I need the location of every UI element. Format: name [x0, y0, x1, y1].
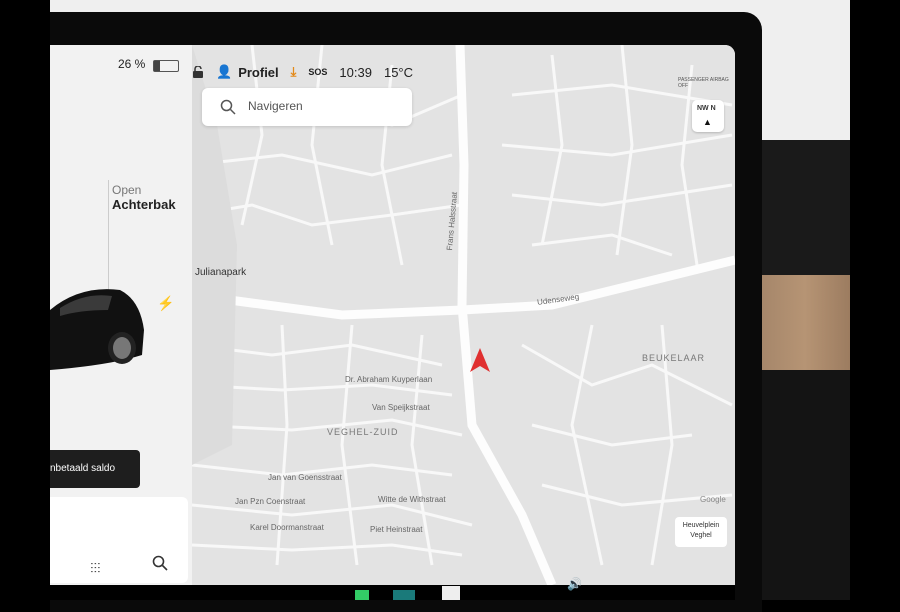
- google-attribution: Google: [700, 495, 726, 504]
- map-label-beukelaar: BEUKELAAR: [642, 353, 706, 363]
- search-icon: [220, 99, 236, 115]
- profile-button[interactable]: 👤 Profiel: [216, 64, 279, 80]
- map-label-veghel-zuid: VEGHEL-ZUID: [327, 427, 399, 437]
- outside-temperature: 15°C: [383, 64, 414, 80]
- car-image[interactable]: [50, 270, 145, 380]
- charging-bolt-icon[interactable]: ⚡: [157, 295, 174, 312]
- map-label-goensstraat: Jan van Goensstraat: [268, 473, 342, 482]
- heading-arrow-icon: ▲: [703, 117, 712, 127]
- map-label-heinstraat: Piet Heinstraat: [370, 525, 423, 534]
- download-icon[interactable]: ⤓: [291, 64, 297, 80]
- map-label-withstraat: Witte de Withstraat: [378, 495, 446, 504]
- equalizer-icon[interactable]: ⫶⫶⫶: [90, 560, 101, 577]
- app-icon[interactable]: [393, 590, 415, 600]
- battery-icon: [153, 60, 179, 72]
- sos-button[interactable]: SOS: [308, 67, 327, 77]
- trunk-button[interactable]: Achterbak: [112, 197, 176, 212]
- map-label-speijkstraat: Van Speijkstraat: [372, 403, 430, 412]
- dashboard-wood-trim: [760, 275, 850, 370]
- vehicle-panel: 26 % Open Achterbak ⚡ nbetaald saldo ⫶⫶⫶: [50, 45, 192, 585]
- unpaid-balance-button[interactable]: nbetaald saldo: [50, 450, 140, 488]
- app-icon[interactable]: [442, 586, 460, 600]
- map-label-doormanstraat: Karel Doormanstraat: [250, 523, 324, 532]
- map-label-julianapark: Julianapark: [195, 267, 247, 278]
- app-icon[interactable]: [355, 590, 369, 600]
- touchscreen: 26 % Open Achterbak ⚡ nbetaald saldo ⫶⫶⫶: [50, 45, 735, 585]
- navigate-search-box[interactable]: Navigeren: [202, 88, 412, 126]
- map-label-coenstraat: Jan Pzn Coenstraat: [235, 497, 306, 506]
- dashboard-lower-panel: [760, 370, 850, 600]
- status-bar: 👤 Profiel ⤓ SOS 10:39 15°C: [192, 59, 413, 85]
- volume-icon[interactable]: 🔊: [567, 577, 582, 591]
- dashboard-dark-panel: [760, 140, 850, 275]
- passenger-airbag-indicator: PASSENGER AIRBAG OFF: [678, 77, 729, 89]
- current-location-arrow-icon: [470, 348, 490, 372]
- route-line1: Heuvelplein: [682, 522, 720, 529]
- route-destination-button[interactable]: Heuvelplein Veghel: [675, 517, 727, 547]
- media-search-icon[interactable]: [152, 555, 168, 571]
- person-icon: 👤: [216, 64, 233, 79]
- profile-label: Profiel: [238, 64, 279, 80]
- compass-label: NW N: [697, 105, 716, 112]
- compass-button[interactable]: NW N ▲: [692, 100, 724, 132]
- route-line2: Veghel: [690, 532, 712, 539]
- lock-icon[interactable]: [192, 66, 204, 78]
- trunk-open-label[interactable]: Open: [112, 183, 141, 197]
- map-label-kuyperlaan: Dr. Abraham Kuyperlaan: [345, 375, 433, 384]
- navigate-placeholder: Navigeren: [248, 99, 303, 113]
- battery-percent: 26 %: [118, 57, 146, 71]
- clock: 10:39: [339, 64, 372, 80]
